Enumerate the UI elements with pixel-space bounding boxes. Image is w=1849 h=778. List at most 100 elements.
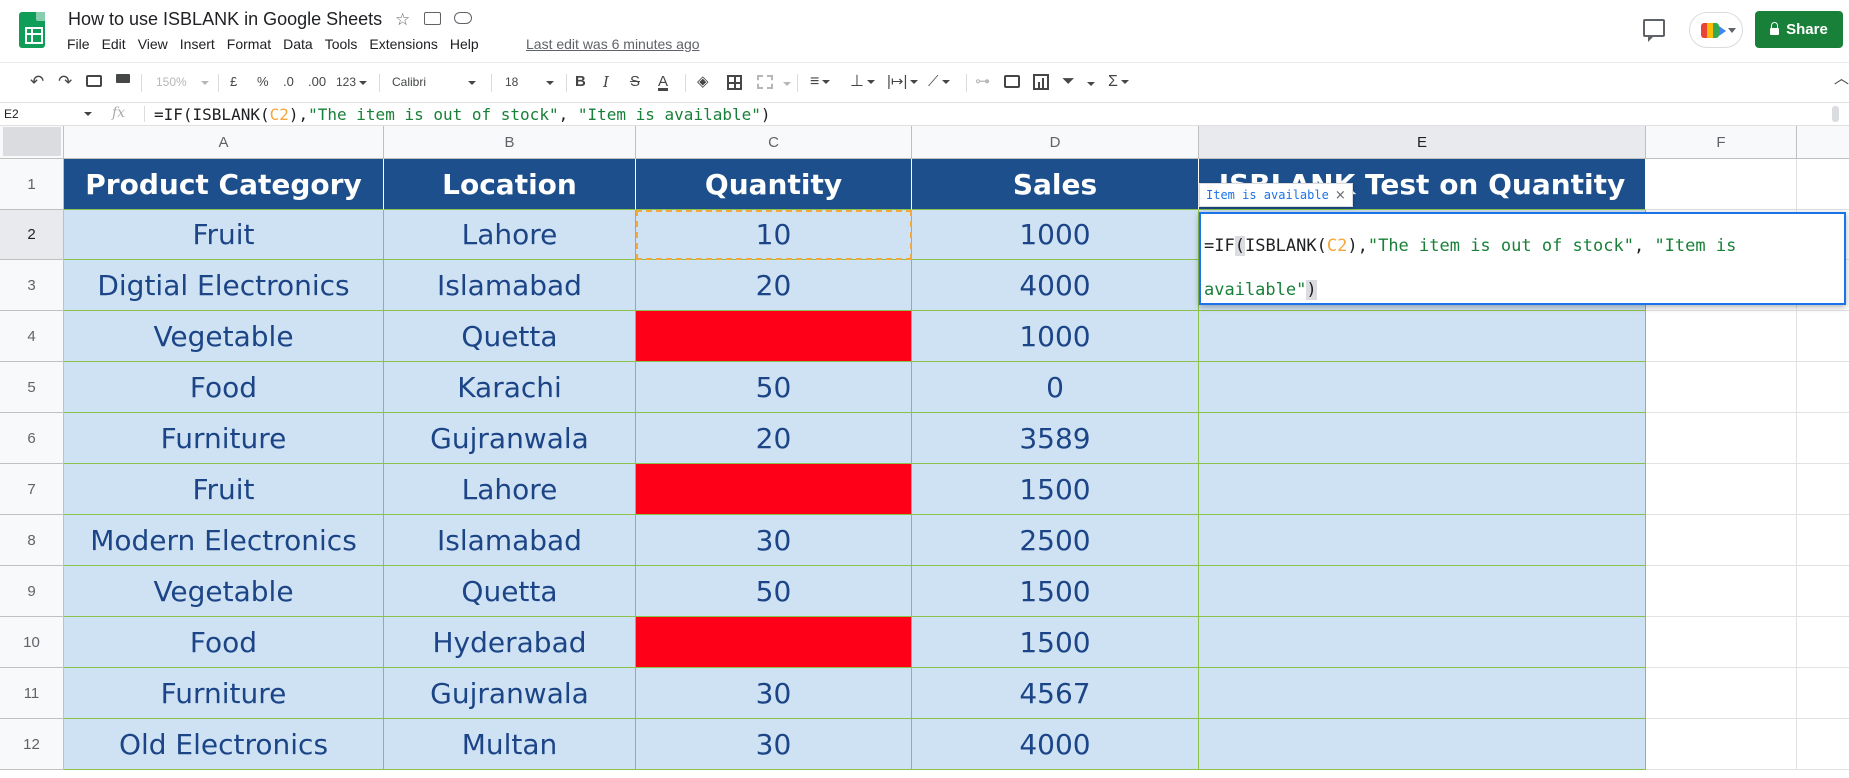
empty-cell[interactable] — [1797, 413, 1849, 464]
data-cell[interactable]: 10 — [636, 210, 912, 260]
empty-cell[interactable] — [1646, 668, 1797, 719]
data-cell[interactable]: 30 — [636, 515, 912, 566]
horizontal-align-icon[interactable]: ≡ — [810, 72, 831, 92]
zoom-select[interactable]: 150% — [156, 72, 209, 92]
data-cell[interactable] — [1199, 668, 1646, 719]
empty-cell[interactable] — [1646, 159, 1797, 210]
empty-cell[interactable] — [1646, 362, 1797, 413]
row-header-11[interactable]: 11 — [0, 668, 64, 719]
data-cell[interactable]: 4000 — [912, 719, 1199, 770]
data-cell[interactable] — [1199, 617, 1646, 668]
data-cell[interactable]: Lahore — [384, 210, 636, 260]
header-cell[interactable]: Location — [384, 159, 636, 210]
menu-file[interactable]: File — [67, 36, 90, 52]
empty-cell[interactable] — [1797, 668, 1849, 719]
font-size-select[interactable]: 18 — [505, 72, 555, 92]
insert-chart-icon[interactable] — [1033, 74, 1049, 90]
column-header-b[interactable]: B — [384, 126, 636, 159]
data-cell[interactable]: Vegetable — [64, 311, 384, 362]
text-wrapping-icon[interactable]: |↦| — [887, 72, 919, 92]
data-cell[interactable]: 1500 — [912, 566, 1199, 617]
data-cell[interactable]: Quetta — [384, 566, 636, 617]
data-cell[interactable]: 20 — [636, 413, 912, 464]
strikethrough-button[interactable]: S — [630, 72, 640, 92]
data-cell[interactable]: Gujranwala — [384, 413, 636, 464]
empty-cell[interactable] — [1646, 617, 1797, 668]
column-header-f[interactable]: F — [1646, 126, 1797, 159]
filter-icon[interactable]: ⏷ — [1062, 72, 1075, 92]
vertical-align-icon[interactable]: ⊥ — [850, 72, 875, 92]
data-cell[interactable] — [1199, 719, 1646, 770]
insert-link-icon[interactable]: ⊶ — [975, 72, 990, 92]
empty-cell[interactable] — [1646, 566, 1797, 617]
column-header-c[interactable]: C — [636, 126, 912, 159]
fill-color-icon[interactable]: ◈ — [697, 72, 709, 92]
row-header-10[interactable]: 10 — [0, 617, 64, 668]
filter-views-dropdown[interactable] — [1084, 73, 1095, 93]
empty-cell[interactable] — [1797, 617, 1849, 668]
row-header-6[interactable]: 6 — [0, 413, 64, 464]
data-cell[interactable]: Furniture — [64, 413, 384, 464]
menu-format[interactable]: Format — [227, 36, 271, 52]
comment-history-icon[interactable] — [1643, 19, 1665, 42]
paint-format-icon[interactable] — [116, 74, 130, 83]
menu-data[interactable]: Data — [283, 36, 313, 52]
row-header-2[interactable]: 2 — [0, 210, 64, 260]
share-button[interactable]: Share — [1755, 11, 1843, 48]
chevron-down-icon[interactable] — [84, 112, 92, 116]
data-cell[interactable] — [1199, 413, 1646, 464]
data-cell[interactable]: 1000 — [912, 311, 1199, 362]
currency-format-button[interactable]: £ — [230, 72, 237, 92]
redo-icon[interactable]: ↷ — [58, 72, 72, 92]
data-cell[interactable]: Food — [64, 362, 384, 413]
data-cell[interactable]: 20 — [636, 260, 912, 311]
undo-icon[interactable]: ↶ — [30, 72, 44, 92]
empty-cell[interactable] — [1797, 566, 1849, 617]
cell-editor-input[interactable]: =IF(ISBLANK(C2),"The item is out of stoc… — [1199, 212, 1846, 305]
text-rotation-icon[interactable]: ⟋ — [928, 72, 950, 92]
name-box[interactable]: E2 — [0, 103, 95, 125]
data-cell[interactable] — [1199, 362, 1646, 413]
meet-button[interactable] — [1689, 12, 1743, 48]
data-cell[interactable]: 4000 — [912, 260, 1199, 311]
data-cell[interactable]: Multan — [384, 719, 636, 770]
data-cell[interactable]: Furniture — [64, 668, 384, 719]
merge-cells-icon[interactable] — [757, 75, 773, 89]
last-edit-link[interactable]: Last edit was 6 minutes ago — [526, 36, 700, 52]
merge-dropdown[interactable] — [780, 73, 791, 93]
move-folder-icon[interactable] — [424, 12, 441, 25]
bold-button[interactable]: B — [575, 72, 586, 92]
header-cell[interactable]: Quantity — [636, 159, 912, 210]
decrease-decimal-button[interactable]: .0 — [283, 72, 294, 92]
document-title[interactable]: How to use ISBLANK in Google Sheets — [68, 9, 382, 30]
row-header-12[interactable]: 12 — [0, 719, 64, 770]
empty-cell[interactable] — [1646, 413, 1797, 464]
data-cell[interactable]: 30 — [636, 668, 912, 719]
data-cell[interactable]: Islamabad — [384, 260, 636, 311]
data-cell[interactable] — [1199, 515, 1646, 566]
menu-tools[interactable]: Tools — [325, 36, 358, 52]
blank-quantity-cell[interactable] — [636, 617, 912, 668]
insert-comment-icon[interactable] — [1004, 75, 1020, 88]
cloud-status-icon[interactable] — [454, 12, 472, 24]
empty-cell[interactable] — [1646, 311, 1797, 362]
data-cell[interactable]: Hyderabad — [384, 617, 636, 668]
blank-quantity-cell[interactable] — [636, 464, 912, 515]
formula-input[interactable]: =IF(ISBLANK(C2),"The item is out of stoc… — [154, 105, 771, 124]
data-cell[interactable]: Karachi — [384, 362, 636, 413]
data-cell[interactable] — [1199, 566, 1646, 617]
empty-cell[interactable] — [1797, 719, 1849, 770]
header-cell[interactable]: Sales — [912, 159, 1199, 210]
data-cell[interactable]: Quetta — [384, 311, 636, 362]
empty-cell[interactable] — [1797, 159, 1849, 210]
row-header-8[interactable]: 8 — [0, 515, 64, 566]
select-all-corner[interactable] — [0, 126, 64, 159]
empty-cell[interactable] — [1797, 311, 1849, 362]
data-cell[interactable]: 1500 — [912, 617, 1199, 668]
star-icon[interactable]: ☆ — [395, 10, 410, 30]
print-icon[interactable] — [86, 75, 102, 87]
header-cell[interactable]: Product Category — [64, 159, 384, 210]
column-header-e[interactable]: E — [1199, 126, 1646, 159]
row-header-3[interactable]: 3 — [0, 260, 64, 311]
functions-button[interactable]: Σ — [1108, 72, 1129, 92]
